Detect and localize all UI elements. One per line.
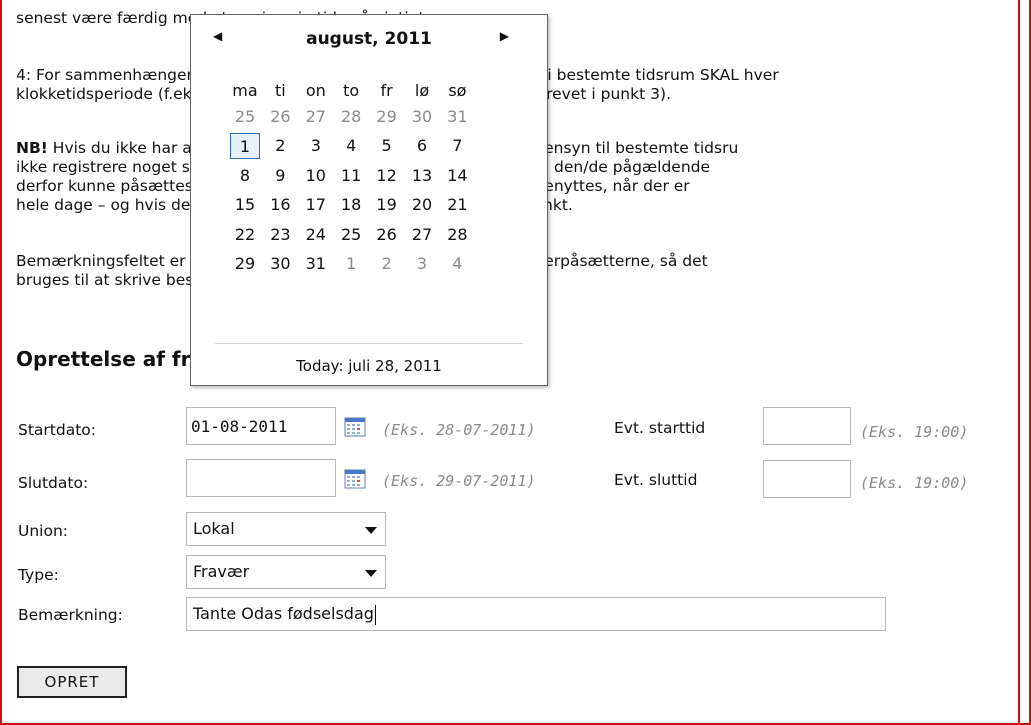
calendar-day[interactable]: 25: [228, 104, 262, 130]
weekday-header: fr: [380, 81, 393, 100]
calendar-day[interactable]: 29: [228, 251, 262, 277]
calendar-day[interactable]: 1: [334, 251, 368, 277]
submit-button[interactable]: OPRET: [17, 666, 127, 698]
start-date-input[interactable]: [186, 407, 336, 445]
weekday-header: to: [343, 81, 360, 100]
next-month-button[interactable]: ▶: [500, 29, 509, 43]
calendar-icon[interactable]: [344, 469, 366, 489]
calendar-day[interactable]: 18: [334, 192, 368, 218]
type-select-value: Fravær: [193, 562, 250, 581]
calendar-divider: [215, 343, 523, 344]
calendar-day[interactable]: 24: [299, 222, 333, 248]
calendar-day[interactable]: 30: [263, 251, 297, 277]
calendar-day[interactable]: 9: [263, 163, 297, 189]
union-select-value: Lokal: [193, 519, 235, 538]
calendar-day[interactable]: 23: [263, 222, 297, 248]
end-date-hint: (Eks. 29-07-2011): [382, 472, 536, 490]
calendar-day[interactable]: 3: [299, 133, 333, 159]
calendar-day[interactable]: 11: [334, 163, 368, 189]
calendar-day[interactable]: 27: [299, 104, 333, 130]
start-time-input[interactable]: [763, 407, 851, 445]
calendar-day[interactable]: 28: [440, 222, 474, 248]
remark-label: Bemærkning:: [18, 606, 123, 624]
calendar-day[interactable]: 22: [228, 222, 262, 248]
weekday-header: on: [305, 81, 326, 100]
calendar-day[interactable]: 15: [228, 192, 262, 218]
calendar-day[interactable]: 30: [405, 104, 439, 130]
calendar-day[interactable]: 31: [440, 104, 474, 130]
text-caret: [374, 604, 376, 625]
end-date-input[interactable]: [186, 459, 336, 497]
calendar-day[interactable]: 28: [334, 104, 368, 130]
weekday-header: ti: [275, 81, 286, 100]
weekday-header: ma: [232, 81, 258, 100]
end-date-label: Slutdato:: [18, 474, 89, 492]
nb-label: NB!: [16, 139, 48, 157]
calendar-day[interactable]: 21: [440, 192, 474, 218]
today-link[interactable]: Today: juli 28, 2011: [191, 357, 547, 375]
calendar-day[interactable]: 14: [440, 163, 474, 189]
calendar-day[interactable]: 3: [405, 251, 439, 277]
end-time-hint: (Eks. 19:00): [860, 474, 969, 492]
calendar-day[interactable]: 1: [230, 133, 260, 160]
type-label: Type:: [18, 566, 59, 584]
remark-input-value: Tante Odas fødselsdag: [193, 604, 374, 623]
calendar-day[interactable]: 4: [440, 251, 474, 277]
calendar-day[interactable]: 7: [440, 133, 474, 159]
weekday-header: lø: [414, 81, 430, 100]
calendar-day[interactable]: 20: [405, 192, 439, 218]
start-time-label: Evt. starttid: [614, 419, 706, 437]
chevron-down-icon: [365, 527, 377, 534]
calendar-day[interactable]: 2: [370, 251, 404, 277]
calendar-day[interactable]: 16: [263, 192, 297, 218]
type-select[interactable]: Fravær: [186, 555, 386, 589]
calendar-day[interactable]: 26: [263, 104, 297, 130]
start-date-hint: (Eks. 28-07-2011): [382, 421, 536, 439]
calendar-day[interactable]: 5: [370, 133, 404, 159]
end-time-label: Evt. sluttid: [614, 471, 698, 489]
union-select[interactable]: Lokal: [186, 512, 386, 546]
calendar-icon[interactable]: [344, 417, 366, 437]
calendar-day[interactable]: 19: [370, 192, 404, 218]
calendar-day[interactable]: 4: [334, 133, 368, 159]
calendar-day[interactable]: 12: [370, 163, 404, 189]
start-time-hint: (Eks. 19:00): [860, 423, 969, 441]
end-time-input[interactable]: [763, 460, 851, 498]
calendar-day[interactable]: 17: [299, 192, 333, 218]
calendar-day[interactable]: 10: [299, 163, 333, 189]
start-date-label: Startdato:: [18, 421, 96, 439]
date-picker-popup: ◀ august, 2011 ▶ ma ti on to fr lø sø 25 26 27 28 2…: [190, 14, 548, 386]
calendar-day[interactable]: 29: [370, 104, 404, 130]
calendar-day[interactable]: 2: [263, 133, 297, 159]
calendar-month-title: august, 2011: [306, 29, 432, 49]
calendar-day[interactable]: 25: [334, 222, 368, 248]
calendar-day[interactable]: 6: [405, 133, 439, 159]
frame-right-border: [1018, 0, 1020, 725]
calendar-day[interactable]: 27: [405, 222, 439, 248]
calendar-day[interactable]: 13: [405, 163, 439, 189]
calendar-day[interactable]: 26: [370, 222, 404, 248]
chevron-down-icon: [365, 570, 377, 577]
calendar-day[interactable]: 8: [228, 163, 262, 189]
weekday-header: sø: [448, 81, 467, 100]
union-label: Union:: [18, 522, 69, 540]
remark-input[interactable]: Tante Odas fødselsdag: [186, 597, 886, 631]
calendar-day[interactable]: 31: [299, 251, 333, 277]
